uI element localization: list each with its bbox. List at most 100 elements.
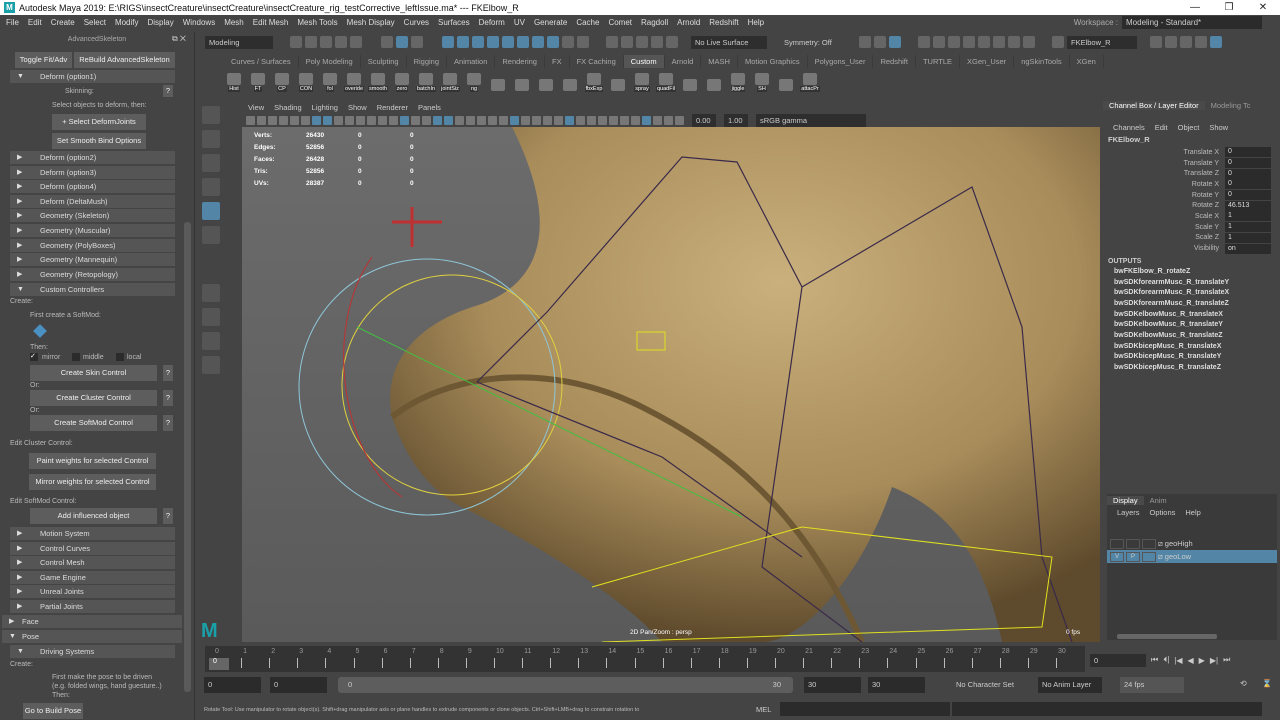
shelf-tab[interactable]: Arnold: [665, 55, 702, 68]
menu-surfaces[interactable]: Surfaces: [438, 18, 470, 27]
shelf-button[interactable]: jointSiz: [440, 70, 460, 92]
frame-collapsed[interactable]: ▶ Unreal Joints: [10, 585, 175, 599]
shelf-tab[interactable]: Rigging: [407, 55, 448, 68]
shelf-tab[interactable]: Rendering: [495, 55, 545, 68]
frame-collapsed[interactable]: ▶ Deform (option3): [10, 165, 175, 179]
help-button[interactable]: ?: [163, 390, 173, 406]
hypershade-icon[interactable]: [963, 36, 975, 48]
output-node[interactable]: bwSDKelbowMusc_R_translateY: [1103, 321, 1280, 332]
viewport-tool-icon[interactable]: [664, 116, 673, 125]
shelf-tab[interactable]: MASH: [701, 55, 738, 68]
redo-icon[interactable]: [350, 36, 362, 48]
viewport-tool-icon[interactable]: [367, 116, 376, 125]
ipr-icon[interactable]: [933, 36, 945, 48]
channel-value[interactable]: 1: [1225, 211, 1271, 222]
channel-name[interactable]: Scale Z: [1103, 234, 1225, 241]
channel-value[interactable]: 46.513: [1225, 200, 1271, 211]
shelf-button[interactable]: overide: [343, 70, 365, 92]
channel-value[interactable]: 1: [1225, 222, 1271, 233]
rotate-tool-icon[interactable]: [202, 202, 220, 220]
shelf-button[interactable]: [680, 70, 700, 92]
shelf-button[interactable]: [488, 70, 508, 92]
viewport-tool-icon[interactable]: [576, 116, 585, 125]
shelf-button[interactable]: spray: [632, 70, 652, 92]
shelf-tab[interactable]: Custom: [623, 55, 665, 68]
frame-collapsed[interactable]: ▶ Control Mesh: [10, 556, 175, 570]
viewport-tool-icon[interactable]: [587, 116, 596, 125]
menu-curves[interactable]: Curves: [404, 18, 429, 27]
snap-vertex-icon[interactable]: [517, 36, 529, 48]
shelf-tab[interactable]: FX Caching: [570, 55, 624, 68]
arnold-icon[interactable]: [978, 36, 990, 48]
pause-icon[interactable]: [1023, 36, 1035, 48]
shelf-tab[interactable]: Animation: [447, 55, 496, 68]
select-object-icon[interactable]: [396, 36, 408, 48]
shelf-button[interactable]: fol: [320, 70, 340, 92]
viewport-tool-icon[interactable]: [301, 116, 310, 125]
menu-display[interactable]: Display: [148, 18, 174, 27]
channel-name[interactable]: Scale Y: [1103, 224, 1225, 231]
frame-custom-controllers[interactable]: ▼ Custom Controllers: [10, 283, 175, 296]
help-button[interactable]: ?: [163, 85, 173, 97]
layer-row-geohigh[interactable]: ⧄ geoHigh: [1107, 537, 1277, 550]
channel-row[interactable]: Rotate Y0: [1103, 190, 1280, 201]
shelf-button[interactable]: [536, 70, 556, 92]
help-menu[interactable]: Help: [1185, 508, 1200, 517]
command-input[interactable]: [780, 702, 950, 716]
viewport-tool-icon[interactable]: [477, 116, 486, 125]
new-scene-icon[interactable]: [290, 36, 302, 48]
channel-value[interactable]: on: [1225, 243, 1271, 254]
shelf-tab[interactable]: Sculpting: [361, 55, 407, 68]
frame-collapsed[interactable]: ▶ Deform (DeltaMush): [10, 194, 175, 208]
frame-collapsed[interactable]: ▶ Partial Joints: [10, 600, 175, 613]
frame-collapsed[interactable]: ▶ Geometry (Retopology): [10, 267, 175, 281]
exposure-field[interactable]: 0.00: [692, 114, 716, 127]
layer-color-icon[interactable]: ⧄: [1158, 552, 1163, 562]
tab-display[interactable]: Display: [1107, 495, 1144, 505]
menu-comet[interactable]: Comet: [608, 18, 632, 27]
shelf-button[interactable]: smooth: [367, 70, 389, 92]
viewport-tool-icon[interactable]: [510, 116, 519, 125]
output-node[interactable]: bwSDKbicepMusc_R_translateY: [1103, 353, 1280, 364]
frame-deform-option1[interactable]: ▼ Deform (option1): [10, 70, 175, 83]
frame-collapsed[interactable]: ▶ Deform (option2): [10, 151, 175, 164]
render-settings-icon[interactable]: [948, 36, 960, 48]
toggle-fit-adv-button[interactable]: Toggle Fit/Adv: [15, 52, 72, 68]
output-node[interactable]: bwSDKbicepMusc_R_translateZ: [1103, 364, 1280, 375]
prev-key-icon[interactable]: |◀: [1174, 656, 1182, 665]
shelf-button[interactable]: SH: [752, 70, 772, 92]
menu-cache[interactable]: Cache: [576, 18, 599, 27]
outliner-icon[interactable]: [202, 356, 220, 374]
smooth-bind-options-button[interactable]: Set Smooth Bind Options: [52, 133, 146, 149]
open-scene-icon[interactable]: [305, 36, 317, 48]
lasso3-icon[interactable]: [651, 36, 663, 48]
layer-scrollbar[interactable]: [1117, 634, 1217, 639]
vp-menu-panels[interactable]: Panels: [418, 103, 441, 112]
viewport-tool-icon[interactable]: [466, 116, 475, 125]
layers-menu[interactable]: Layers: [1117, 508, 1140, 517]
shelf-button[interactable]: fbxExp: [584, 70, 604, 92]
select-lock-icon[interactable]: [577, 36, 589, 48]
output-node[interactable]: bwSDKbicepMusc_R_translateX: [1103, 343, 1280, 354]
output-node[interactable]: bwSDKforearmMusc_R_translateZ: [1103, 300, 1280, 311]
vp-menu-shading[interactable]: Shading: [274, 103, 302, 112]
output-node[interactable]: bwSDKforearmMusc_R_translateY: [1103, 279, 1280, 290]
viewport-tool-icon[interactable]: [345, 116, 354, 125]
channel-value[interactable]: 0: [1225, 158, 1271, 169]
channel-name[interactable]: Translate X: [1103, 149, 1225, 156]
menu-mesh[interactable]: Mesh: [224, 18, 244, 27]
menu-generate[interactable]: Generate: [534, 18, 567, 27]
snap-edge-icon[interactable]: [532, 36, 544, 48]
playback-toggle[interactable]: P: [1126, 551, 1140, 562]
menu-modify[interactable]: Modify: [115, 18, 139, 27]
channel-row[interactable]: Translate Y0: [1103, 158, 1280, 169]
shelf-button[interactable]: [608, 70, 628, 92]
vp-menu-view[interactable]: View: [248, 103, 264, 112]
viewport-tool-icon[interactable]: [312, 116, 321, 125]
viewport-tool-icon[interactable]: [400, 116, 409, 125]
channel-name[interactable]: Scale X: [1103, 213, 1225, 220]
modeling-toolkit-icon[interactable]: [1150, 36, 1162, 48]
viewport-tool-icon[interactable]: [554, 116, 563, 125]
shelf-tab[interactable]: TURTLE: [916, 55, 960, 68]
panel-scrollbar[interactable]: [184, 222, 191, 692]
